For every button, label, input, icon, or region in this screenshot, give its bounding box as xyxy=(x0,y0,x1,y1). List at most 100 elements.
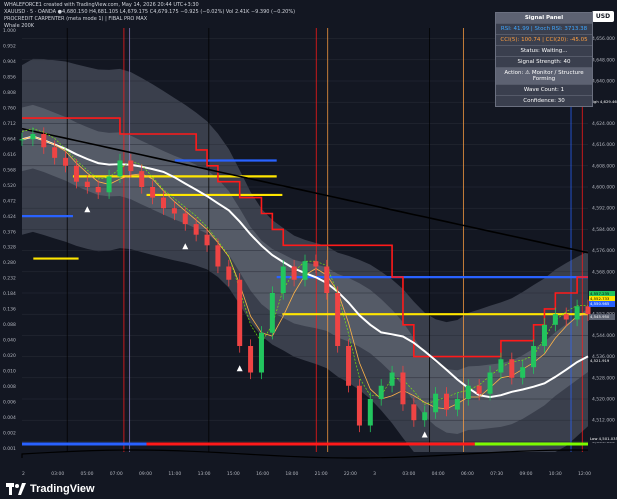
candle-body xyxy=(531,346,537,368)
time-tick-label: 10:30 xyxy=(549,471,562,477)
right-tick-label: 4,584.000 xyxy=(592,227,615,233)
candle xyxy=(356,379,362,433)
candle-body xyxy=(509,359,515,378)
left-tick-label: 0.010 xyxy=(3,369,16,375)
candle-body xyxy=(63,157,69,166)
candle-body xyxy=(520,367,526,378)
rsi-readout: RSI: 41.99 | Stoch RSI: 3713.38 xyxy=(496,23,592,34)
candle-body xyxy=(258,332,264,373)
candle-body xyxy=(585,306,591,315)
candle-body xyxy=(476,385,482,394)
status-readout: Status: Waiting... xyxy=(496,45,592,56)
left-tick-label: 0.904 xyxy=(3,59,16,65)
candle-body xyxy=(563,314,569,320)
right-tick-label: 4,648.000 xyxy=(592,57,615,63)
indicator-line-2[interactable]: Whale 200K xyxy=(4,23,34,30)
candle-body xyxy=(465,385,471,399)
time-tick-label: 06:00 xyxy=(461,471,474,477)
price-tag-label: 4,521.919 xyxy=(590,358,610,363)
candle-body xyxy=(574,306,580,320)
chart-credit: WHALEFORCE1 created with TradingView.com… xyxy=(4,2,199,8)
candle-body xyxy=(171,208,177,214)
candle-body xyxy=(19,139,25,141)
symbol-line[interactable]: XAUUSD · 5 · OANDA ●4,680.150 H4,681.105… xyxy=(4,9,295,16)
time-tick-label: 15:00 xyxy=(227,471,240,477)
time-tick-label: 13:00 xyxy=(198,471,211,477)
time-tick-label: 04:00 xyxy=(432,471,445,477)
time-tick-label: 07:00 xyxy=(110,471,123,477)
left-tick-label: 0.712 xyxy=(3,121,16,127)
right-tick-label: 4,576.000 xyxy=(592,248,615,254)
right-tick-label: 4,512.000 xyxy=(592,418,615,424)
left-tick-label: 0.808 xyxy=(3,90,16,96)
candle-body xyxy=(552,314,558,325)
time-tick-label: 09:00 xyxy=(139,471,152,477)
price-tag: Low 4,501.035 xyxy=(589,436,617,442)
time-tick-label: 21:00 xyxy=(315,471,328,477)
signal-panel-title: Signal Panel xyxy=(496,13,592,23)
candle-body xyxy=(335,293,341,346)
candle xyxy=(269,286,275,340)
time-tick-label: 05:00 xyxy=(81,471,94,477)
price-tag-label: High 4,629.465 xyxy=(590,99,617,104)
brand-name: TradingView xyxy=(30,483,95,495)
candle-body xyxy=(41,134,47,148)
action-readout: Action: ⚠ Monitor / Structure Forming xyxy=(496,67,592,84)
left-tick-label: 0.568 xyxy=(3,167,16,173)
right-tick-label: 4,640.000 xyxy=(592,79,615,85)
price-tag: 4,550.985 xyxy=(589,301,615,307)
left-tick-label: 0.280 xyxy=(3,260,16,266)
candle-body xyxy=(84,181,90,187)
candle-body xyxy=(204,234,210,246)
candle-body xyxy=(280,266,286,293)
candle-body xyxy=(248,346,254,373)
candle-body xyxy=(95,187,101,193)
candle xyxy=(400,365,406,411)
candle-body xyxy=(400,372,406,405)
candle-body xyxy=(117,160,123,177)
cci-readout: CCI(5): 100.74 | CCI(20): -45.05 xyxy=(496,34,592,45)
price-tag-label: Low 4,501.035 xyxy=(590,436,617,441)
right-tick-label: 4,544.000 xyxy=(592,333,615,339)
tradingview-brand[interactable]: TradingView xyxy=(6,483,95,495)
time-tick-label: 11:00 xyxy=(168,471,181,477)
time-tick-label: 03:00 xyxy=(402,471,415,477)
signal-panel: Signal Panel RSI: 41.99 | Stoch RSI: 371… xyxy=(495,12,593,107)
candle-body xyxy=(30,134,36,140)
left-tick-label: 0.616 xyxy=(3,152,16,158)
right-tick-label: 4,616.000 xyxy=(592,142,615,148)
time-tick-label: 03:00 xyxy=(51,471,64,477)
indicator-line-1[interactable]: PROCREDIT CARPENTER (meta mode 1) | FIBA… xyxy=(4,16,147,23)
candle xyxy=(237,273,243,353)
candle-body xyxy=(324,266,330,293)
candle-body xyxy=(346,346,352,386)
left-tick-label: 0.184 xyxy=(3,291,16,297)
candle-body xyxy=(433,393,439,413)
candle xyxy=(346,339,352,393)
currency-button[interactable]: USD xyxy=(592,11,614,22)
candle-body xyxy=(182,213,188,225)
candle-body xyxy=(106,176,112,193)
left-tick-label: 0.136 xyxy=(3,307,16,313)
candle-body xyxy=(454,399,460,410)
candle-body xyxy=(269,293,275,333)
candle-body xyxy=(302,261,308,280)
left-tick-label: 0.760 xyxy=(3,105,16,111)
left-tick-label: 0.040 xyxy=(3,338,16,344)
time-tick-label: 2 xyxy=(22,471,25,477)
time-tick-label: 18:00 xyxy=(285,471,298,477)
candle-body xyxy=(73,165,79,182)
price-tag: High 4,629.465 xyxy=(589,99,617,105)
candle-body xyxy=(161,197,166,209)
price-tag-label: 4,550.985 xyxy=(590,301,610,306)
left-tick-label: 0.520 xyxy=(3,183,16,189)
left-tick-label: 0.328 xyxy=(3,245,16,251)
wave-count-readout: Wave Count: 1 xyxy=(496,84,592,95)
time-tick-label: 22:00 xyxy=(344,471,357,477)
candle-body xyxy=(378,385,384,399)
candle-body xyxy=(215,245,221,267)
tradingview-logo-icon xyxy=(6,483,26,495)
time-tick-label: 3 xyxy=(373,471,376,477)
right-tick-label: 4,528.000 xyxy=(592,375,615,381)
left-tick-label: 0.952 xyxy=(3,43,16,49)
